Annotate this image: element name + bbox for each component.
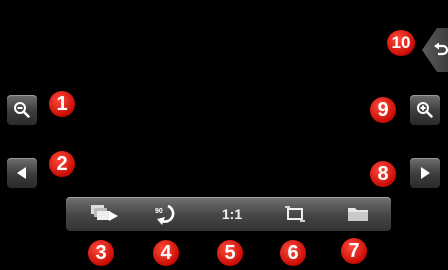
actual-size-label: 1:1 [221,206,243,222]
badge-10: 10 [387,30,415,56]
back-button[interactable] [422,28,448,72]
arrow-right-icon [421,167,430,179]
fit-screen-icon [285,206,305,222]
zoom-out-icon [14,102,30,118]
open-folder-button[interactable] [338,197,378,231]
badge-3: 3 [88,240,114,266]
slideshow-button[interactable] [84,197,124,231]
zoom-in-button[interactable] [410,95,440,125]
return-icon [434,42,448,56]
previous-button[interactable] [7,158,37,188]
fit-screen-button[interactable] [275,197,315,231]
zoom-out-button[interactable] [7,95,37,125]
rotate-label: 90 [155,208,163,215]
rotate-button[interactable]: 90 [149,197,189,231]
folder-icon [348,208,368,221]
badge-2: 2 [49,151,75,177]
badge-4: 4 [153,240,179,266]
zoom-in-icon [417,102,433,118]
rotate-icon: 90 [155,204,175,225]
slideshow-icon [91,205,118,221]
arrow-left-icon [17,167,26,179]
badge-1: 1 [49,91,75,117]
badge-9: 9 [370,97,396,123]
badge-5: 5 [217,240,243,266]
actual-size-button[interactable]: 1:1 [212,197,252,231]
next-button[interactable] [410,158,440,188]
badge-6: 6 [280,240,306,266]
bottom-toolbar: 90 1:1 [66,197,391,231]
badge-8: 8 [370,161,396,187]
badge-7: 7 [341,238,367,264]
